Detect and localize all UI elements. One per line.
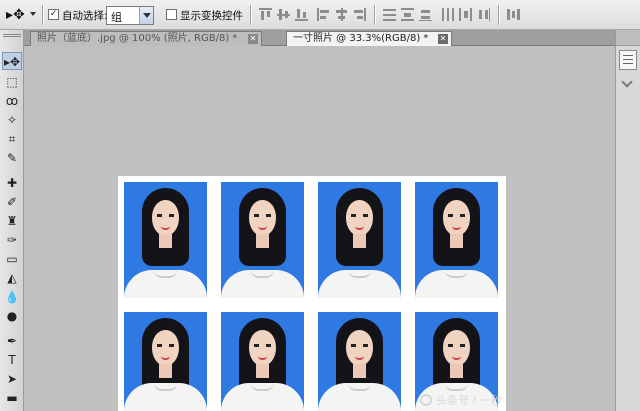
panel-dock bbox=[615, 30, 640, 411]
chevron-down-icon[interactable] bbox=[621, 76, 633, 88]
pen-tool-icon[interactable]: ✒ bbox=[2, 332, 22, 350]
separator bbox=[374, 5, 375, 25]
brush-tool-icon[interactable]: ✐ bbox=[2, 193, 22, 211]
distribute-right-icon[interactable] bbox=[476, 7, 491, 22]
move-tool-icon[interactable]: ▸✥ bbox=[2, 52, 22, 70]
path-select-tool-icon[interactable]: ➤ bbox=[2, 370, 22, 388]
eyedropper-tool-icon[interactable]: ✎ bbox=[2, 149, 22, 167]
dodge-tool-icon[interactable]: ● bbox=[2, 307, 22, 325]
options-bar: ▸✥ ✓ 自动选择: 组 显示变换控件 bbox=[0, 0, 640, 30]
history-brush-tool-icon[interactable]: ✑ bbox=[2, 231, 22, 249]
tab-label: 照片（蓝底）.jpg @ 100% (照片, RGB/8) * bbox=[37, 33, 238, 44]
close-icon[interactable]: ✕ bbox=[438, 34, 448, 44]
separator bbox=[250, 5, 251, 25]
eraser-tool-icon[interactable]: ▭ bbox=[2, 250, 22, 268]
distribute-hcenter-icon[interactable] bbox=[458, 7, 473, 22]
show-transform-checkbox[interactable] bbox=[166, 9, 177, 20]
distribute-bottom-icon[interactable] bbox=[418, 7, 433, 22]
lasso-tool-icon[interactable]: ꝏ bbox=[2, 92, 22, 110]
toolbox: ▸✥ ⬚ ꝏ ✧ ⌗ ✎ ✚ ✐ ♜ ✑ ▭ ◭ 💧 ● ✒ T ➤ ▬ bbox=[0, 30, 24, 411]
align-right-icon[interactable] bbox=[352, 7, 367, 22]
auto-select-target-dropdown[interactable]: 组 bbox=[106, 6, 154, 25]
align-hcenter-icon[interactable] bbox=[334, 7, 349, 22]
align-left-icon[interactable] bbox=[316, 7, 331, 22]
id-photo bbox=[124, 182, 207, 298]
history-panel-icon[interactable] bbox=[619, 50, 637, 70]
chevron-down-icon bbox=[30, 12, 36, 16]
auto-align-layers-icon[interactable] bbox=[506, 7, 521, 22]
paint-bucket-tool-icon[interactable]: ◭ bbox=[2, 269, 22, 287]
separator bbox=[498, 5, 499, 25]
panel-dock-header[interactable] bbox=[616, 30, 640, 46]
id-photo bbox=[415, 182, 498, 298]
watermark-text: 头条号 / 一秒 bbox=[436, 394, 502, 407]
close-icon[interactable]: ✕ bbox=[248, 34, 258, 44]
tab-one-inch-photo[interactable]: 一寸照片 @ 33.3%(RGB/8) * ✕ bbox=[286, 31, 452, 46]
id-photo bbox=[221, 312, 304, 411]
healing-tool-icon[interactable]: ✚ bbox=[2, 174, 22, 192]
blur-tool-icon[interactable]: 💧 bbox=[2, 288, 22, 306]
crop-tool-icon[interactable]: ⌗ bbox=[2, 130, 22, 148]
canvas-workspace[interactable] bbox=[24, 46, 615, 411]
move-tool-icon: ▸✥ bbox=[6, 7, 25, 23]
separator bbox=[42, 5, 43, 25]
shape-tool-icon[interactable]: ▬ bbox=[2, 389, 22, 407]
id-photo bbox=[124, 312, 207, 411]
align-vcenter-icon[interactable] bbox=[276, 7, 291, 22]
auto-select-label: 自动选择: bbox=[62, 10, 108, 22]
document-tab-bar: 照片（蓝底）.jpg @ 100% (照片, RGB/8) * ✕ 一寸照片 @… bbox=[24, 30, 615, 46]
distribute-vcenter-icon[interactable] bbox=[400, 7, 415, 22]
distribute-left-icon[interactable] bbox=[440, 7, 455, 22]
watermark: 头条号 / 一秒 bbox=[420, 392, 502, 408]
align-bottom-icon[interactable] bbox=[294, 7, 309, 22]
marquee-tool-icon[interactable]: ⬚ bbox=[2, 73, 22, 91]
tab-label: 一寸照片 @ 33.3%(RGB/8) * bbox=[293, 33, 429, 44]
quick-select-tool-icon[interactable]: ✧ bbox=[2, 111, 22, 129]
show-transform-label: 显示变换控件 bbox=[180, 10, 243, 22]
tool-preset-picker[interactable]: ▸✥ bbox=[4, 6, 40, 24]
toolbox-grip[interactable] bbox=[3, 34, 21, 37]
photo-sheet[interactable] bbox=[118, 176, 506, 411]
id-photo bbox=[318, 312, 401, 411]
chevron-down-icon[interactable] bbox=[139, 7, 153, 24]
type-tool-icon[interactable]: T bbox=[2, 351, 22, 369]
id-photo bbox=[221, 182, 304, 298]
watermark-logo-icon bbox=[420, 394, 432, 406]
stamp-tool-icon[interactable]: ♜ bbox=[2, 212, 22, 230]
auto-select-checkbox[interactable]: ✓ bbox=[48, 9, 59, 20]
tab-blue-photo[interactable]: 照片（蓝底）.jpg @ 100% (照片, RGB/8) * ✕ bbox=[30, 31, 262, 46]
distribute-top-icon[interactable] bbox=[382, 7, 397, 22]
align-top-icon[interactable] bbox=[258, 7, 273, 22]
photoshop-window: ▸✥ ✓ 自动选择: 组 显示变换控件 ▸✥ ⬚ ꝏ ✧ ⌗ ✎ ✚ ✐ ♜ ✑… bbox=[0, 0, 640, 411]
id-photo bbox=[318, 182, 401, 298]
auto-select-target-value: 组 bbox=[111, 11, 122, 24]
